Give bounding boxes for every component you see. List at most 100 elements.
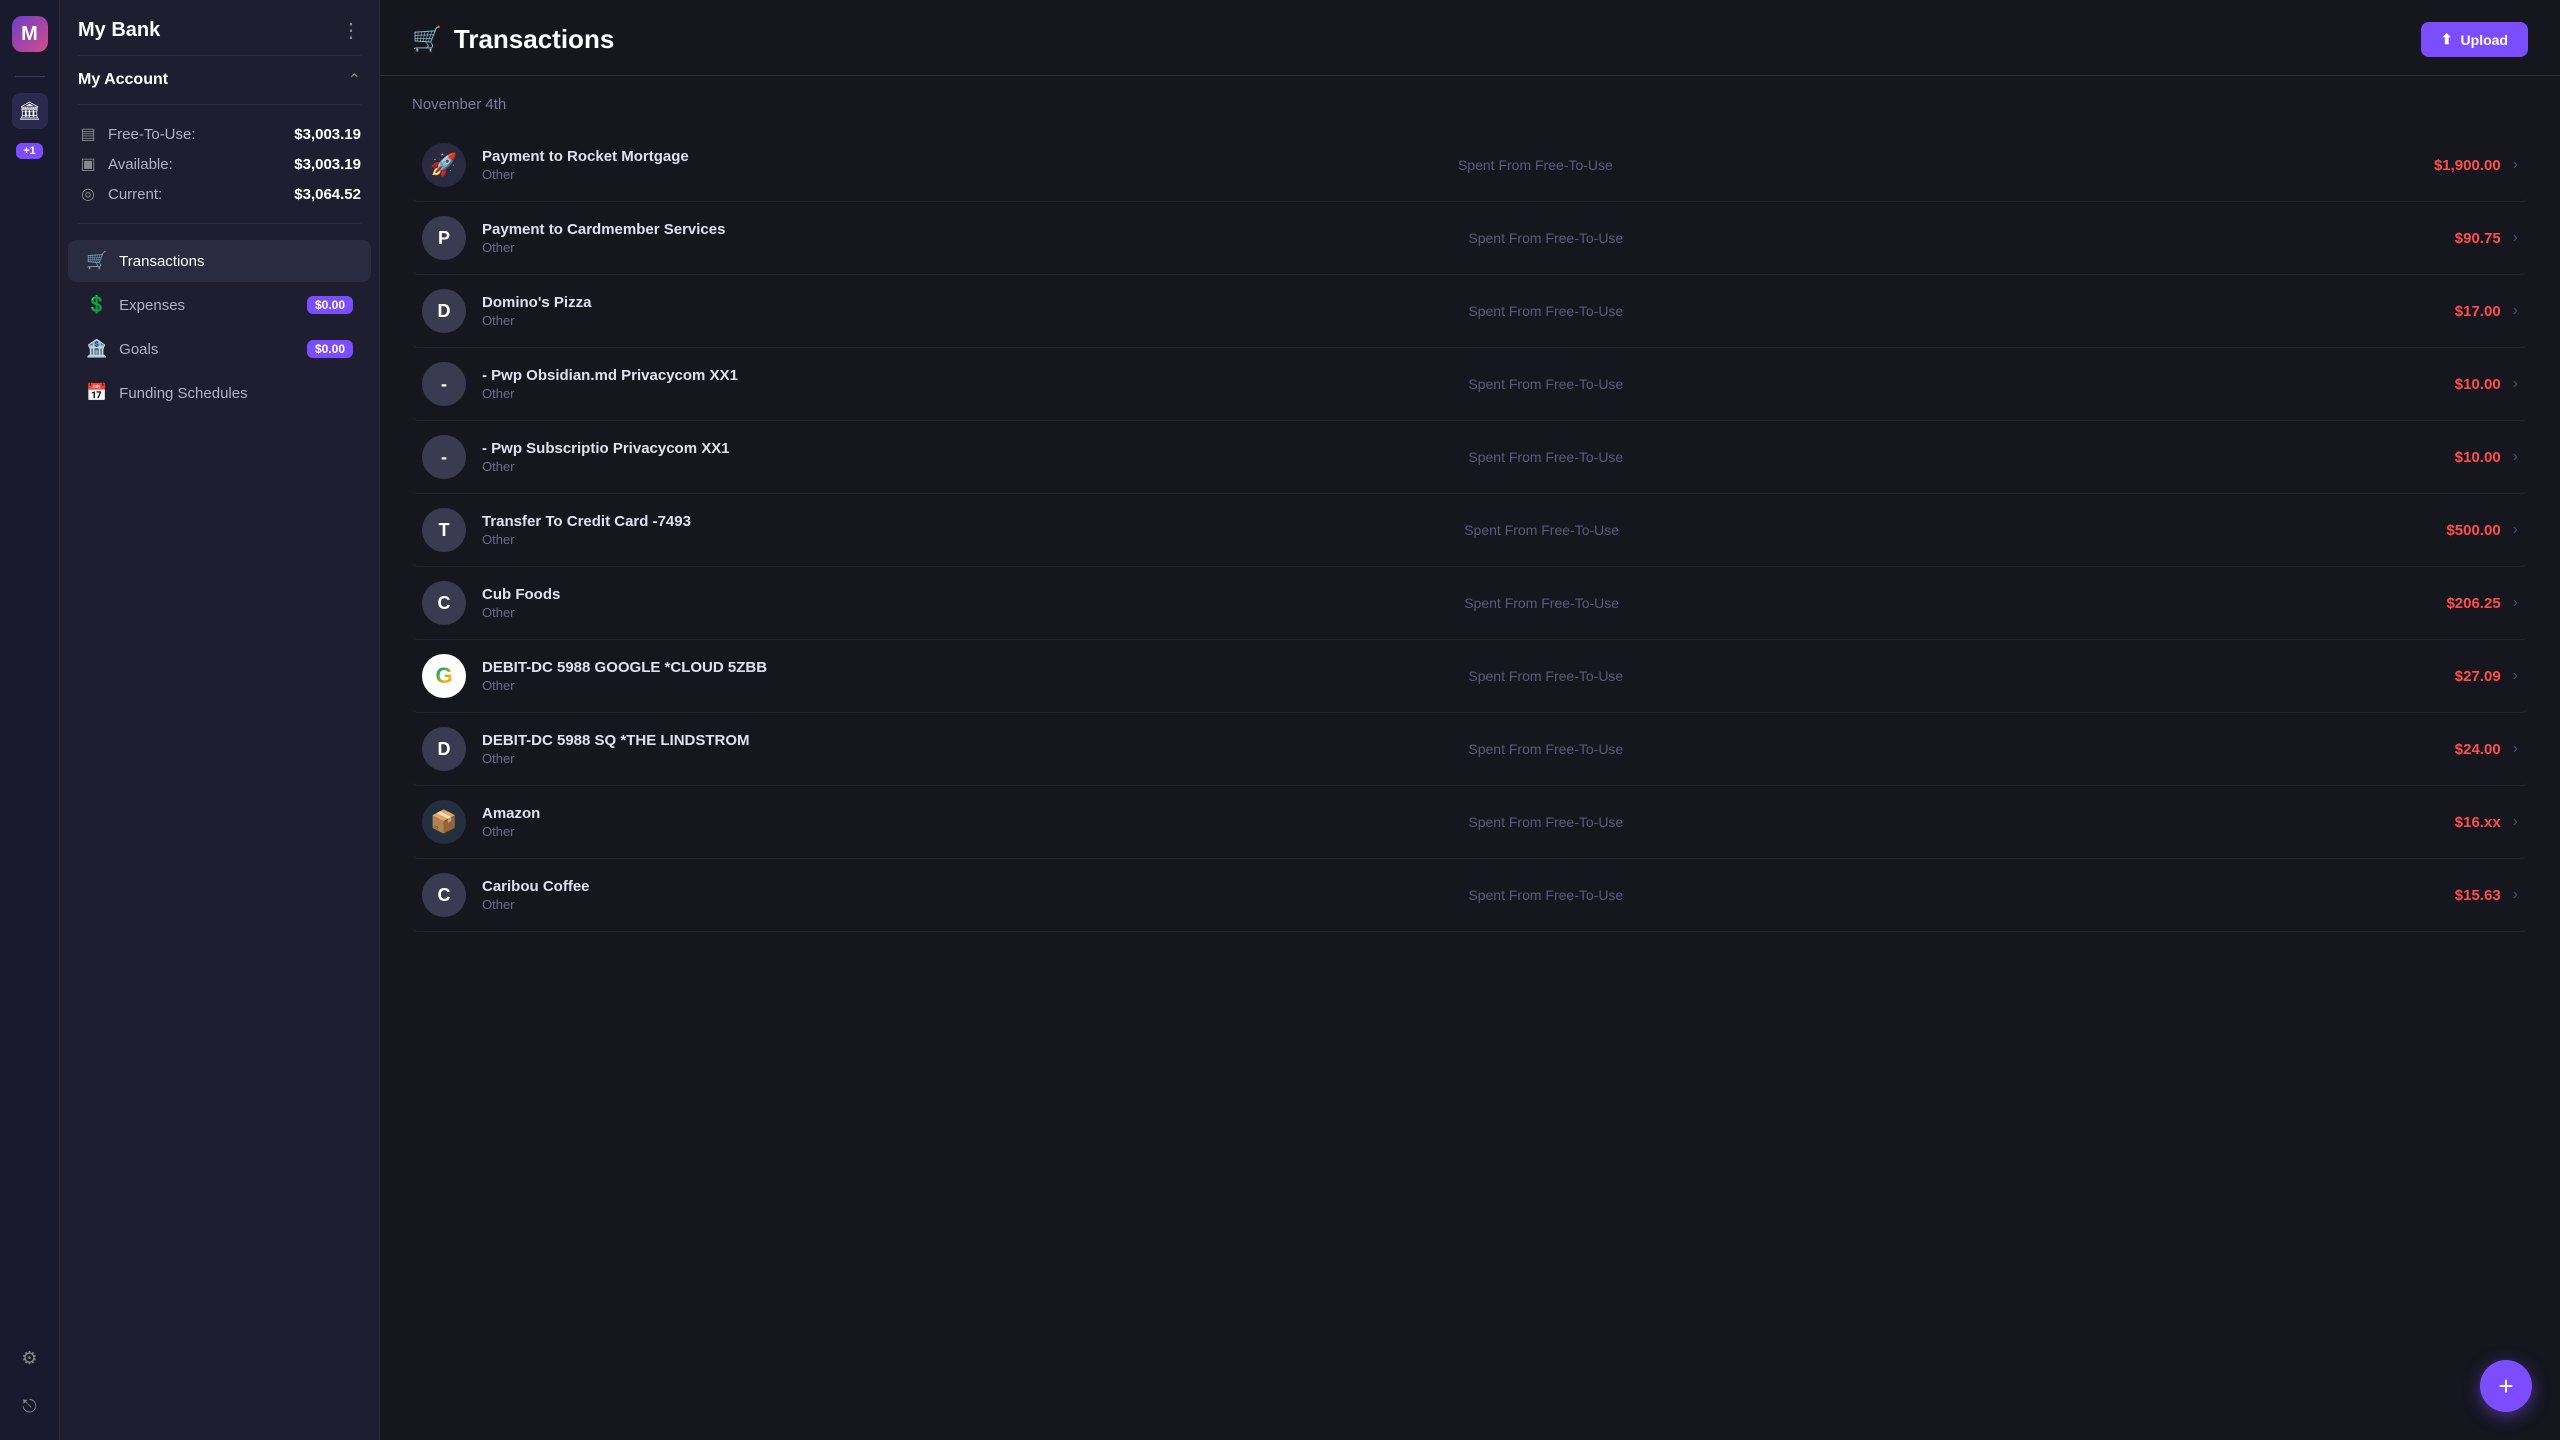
avatar-letter: T (439, 520, 450, 541)
balance-icon: ◎ (78, 184, 98, 204)
main-title-row: 🛒 Transactions (412, 24, 614, 55)
rail-settings-icon[interactable]: ⚙ (12, 1340, 48, 1376)
icon-rail: M 🏛 +1 ⚙ ⎋ (0, 0, 60, 1440)
transaction-row[interactable]: - - Pwp Subscriptio Privacycom XX1 Other… (412, 421, 2528, 494)
rail-divider (15, 76, 45, 77)
transactions-body: November 4th 🚀 Payment to Rocket Mortgag… (380, 76, 2560, 1440)
transaction-name: DEBIT-DC 5988 GOOGLE *CLOUD 5ZBB (482, 659, 1448, 676)
transaction-name: - Pwp Subscriptio Privacycom XX1 (482, 440, 1448, 457)
rail-logout-icon[interactable]: ⎋ (12, 1388, 48, 1424)
transaction-info: Payment to Rocket Mortgage Other (482, 148, 1438, 182)
transaction-amount: $206.25 (2446, 595, 2500, 612)
transaction-category: Other (482, 678, 1448, 693)
transaction-name: Payment to Rocket Mortgage (482, 148, 1438, 165)
nav-label-expenses: Expenses (119, 297, 185, 314)
nav-badge-expenses: $0.00 (307, 296, 353, 314)
transaction-row[interactable]: P Payment to Cardmember Services Other S… (412, 202, 2528, 275)
sidebar-title: My Bank (78, 19, 160, 42)
transaction-row[interactable]: C Cub Foods Other Spent From Free-To-Use… (412, 567, 2528, 640)
balance-row: ▣ Available: $3,003.19 (60, 149, 379, 179)
transaction-row[interactable]: 🚀 Payment to Rocket Mortgage Other Spent… (412, 129, 2528, 202)
account-divider (78, 104, 361, 105)
balance-value: $3,003.19 (294, 156, 361, 173)
transaction-bucket: Spent From Free-To-Use (1448, 668, 2454, 684)
nav-badge-goals: $0.00 (307, 340, 353, 358)
balance-row: ▤ Free-To-Use: $3,003.19 (60, 119, 379, 149)
nav-item-expenses[interactable]: 💲 Expenses $0.00 (68, 284, 371, 326)
main-header: 🛒 Transactions ⬆ Upload (380, 0, 2560, 76)
transaction-info: DEBIT-DC 5988 SQ *THE LINDSTROM Other (482, 732, 1448, 766)
account-selector[interactable]: My Account ⌃ (60, 70, 379, 104)
transaction-avatar: T (422, 508, 466, 552)
transaction-category: Other (482, 897, 1448, 912)
transaction-amount: $500.00 (2446, 522, 2500, 539)
transaction-row[interactable]: 📦 Amazon Other Spent From Free-To-Use $1… (412, 786, 2528, 859)
upload-icon: ⬆ (2441, 31, 2453, 48)
transaction-chevron-icon: › (2513, 375, 2518, 393)
avatar-letter: P (438, 228, 450, 249)
transaction-row[interactable]: D Domino's Pizza Other Spent From Free-T… (412, 275, 2528, 348)
avatar-letter: D (438, 301, 451, 322)
transaction-bucket: Spent From Free-To-Use (1444, 595, 2446, 611)
transaction-name: Transfer To Credit Card -7493 (482, 513, 1444, 530)
transaction-amount: $90.75 (2455, 230, 2501, 247)
transaction-category: Other (482, 313, 1448, 328)
transaction-name: Cub Foods (482, 586, 1444, 603)
transaction-category: Other (482, 605, 1444, 620)
balance-list: ▤ Free-To-Use: $3,003.19 ▣ Available: $3… (60, 119, 379, 209)
transaction-chevron-icon: › (2513, 594, 2518, 612)
nav-item-transactions[interactable]: 🛒 Transactions (68, 240, 371, 282)
transaction-category: Other (482, 240, 1448, 255)
transaction-chevron-icon: › (2513, 667, 2518, 685)
transaction-row[interactable]: - - Pwp Obsidian.md Privacycom XX1 Other… (412, 348, 2528, 421)
upload-button[interactable]: ⬆ Upload (2421, 22, 2528, 57)
transaction-row[interactable]: C Caribou Coffee Other Spent From Free-T… (412, 859, 2528, 932)
sidebar-more-button[interactable]: ⋮ (341, 18, 361, 43)
transaction-avatar: 📦 (422, 800, 466, 844)
balance-section-divider (78, 223, 361, 224)
balance-label: Available: (108, 156, 284, 173)
add-fab[interactable]: + (2480, 1360, 2532, 1412)
transaction-name: Domino's Pizza (482, 294, 1448, 311)
app-logo[interactable]: M (12, 16, 48, 52)
nav-icon-funding: 📅 (86, 383, 107, 403)
nav-item-funding[interactable]: 📅 Funding Schedules (68, 372, 371, 414)
transaction-info: Transfer To Credit Card -7493 Other (482, 513, 1444, 547)
transaction-category: Other (482, 532, 1444, 547)
transaction-avatar: D (422, 289, 466, 333)
rail-badge: +1 (16, 143, 43, 159)
nav-icon-expenses: 💲 (86, 295, 107, 315)
transaction-name: Payment to Cardmember Services (482, 221, 1448, 238)
rail-bank-icon[interactable]: 🏛 (12, 93, 48, 129)
nav-label-funding: Funding Schedules (119, 385, 247, 402)
transaction-row[interactable]: T Transfer To Credit Card -7493 Other Sp… (412, 494, 2528, 567)
transaction-avatar: G (422, 654, 466, 698)
transaction-chevron-icon: › (2513, 813, 2518, 831)
transaction-info: Caribou Coffee Other (482, 878, 1448, 912)
transaction-row[interactable]: D DEBIT-DC 5988 SQ *THE LINDSTROM Other … (412, 713, 2528, 786)
balance-label: Current: (108, 186, 284, 203)
avatar-letter: D (438, 739, 451, 760)
transaction-bucket: Spent From Free-To-Use (1444, 522, 2446, 538)
transaction-bucket: Spent From Free-To-Use (1448, 887, 2454, 903)
transaction-bucket: Spent From Free-To-Use (1448, 814, 2454, 830)
transaction-row[interactable]: G DEBIT-DC 5988 GOOGLE *CLOUD 5ZBB Other… (412, 640, 2528, 713)
transaction-info: DEBIT-DC 5988 GOOGLE *CLOUD 5ZBB Other (482, 659, 1448, 693)
transaction-name: Caribou Coffee (482, 878, 1448, 895)
transaction-category: Other (482, 167, 1438, 182)
transaction-amount: $17.00 (2455, 303, 2501, 320)
transaction-bucket: Spent From Free-To-Use (1448, 741, 2454, 757)
transaction-chevron-icon: › (2513, 740, 2518, 758)
main-title: Transactions (454, 24, 614, 55)
transaction-bucket: Spent From Free-To-Use (1448, 230, 2454, 246)
transaction-amount: $16.xx (2455, 814, 2501, 831)
transaction-name: Amazon (482, 805, 1448, 822)
balance-icon: ▤ (78, 124, 98, 144)
transaction-amount: $10.00 (2455, 449, 2501, 466)
nav-item-goals[interactable]: 🏦 Goals $0.00 (68, 328, 371, 370)
main-content: 🛒 Transactions ⬆ Upload November 4th 🚀 P… (380, 0, 2560, 1440)
transaction-category: Other (482, 459, 1448, 474)
transaction-chevron-icon: › (2513, 229, 2518, 247)
transaction-avatar: C (422, 581, 466, 625)
transaction-amount: $15.63 (2455, 887, 2501, 904)
